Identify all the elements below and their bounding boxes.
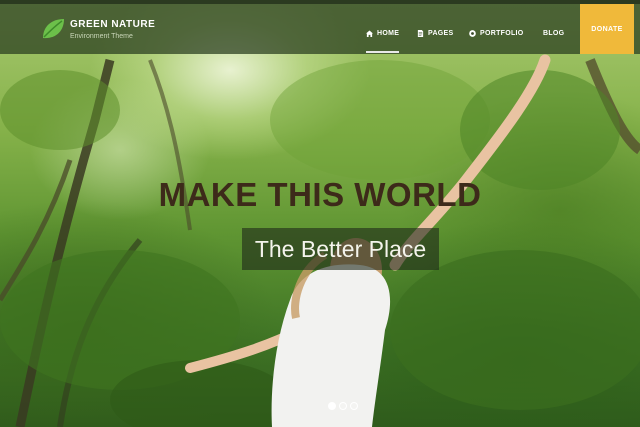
brand-tagline: Environment Theme xyxy=(70,33,133,40)
nav-item-home[interactable]: HOME xyxy=(366,27,400,53)
nav-item-pages[interactable]: PAGES xyxy=(417,27,454,39)
brand-name[interactable]: GREEN NATURE xyxy=(70,19,155,30)
leaf-icon[interactable] xyxy=(40,16,66,42)
hero-subline: The Better Place xyxy=(254,235,427,262)
nav-pages-label: PAGES xyxy=(428,29,454,37)
slider-dots xyxy=(328,402,358,410)
home-icon xyxy=(366,29,373,37)
nav-home-label: HOME xyxy=(377,29,400,37)
nav-portfolio-label: PORTFOLIO xyxy=(480,29,524,37)
nav-blog-label: BLOG xyxy=(543,29,565,37)
slider-dot-1[interactable] xyxy=(328,402,336,410)
slider-dot-3[interactable] xyxy=(350,402,358,410)
site-header: GREEN NATURE Environment Theme HOME PAGE… xyxy=(0,4,640,54)
donate-button[interactable]: DONATE xyxy=(580,4,634,54)
nav-item-blog[interactable]: BLOG xyxy=(543,27,564,39)
slider-dot-2[interactable] xyxy=(339,402,347,410)
hero-headline: MAKE THIS WORLD xyxy=(158,176,482,213)
document-icon xyxy=(417,29,424,37)
hero-subline-box: The Better Place xyxy=(242,228,439,270)
nav-item-portfolio[interactable]: PORTFOLIO xyxy=(469,27,524,39)
camera-icon xyxy=(469,29,476,37)
